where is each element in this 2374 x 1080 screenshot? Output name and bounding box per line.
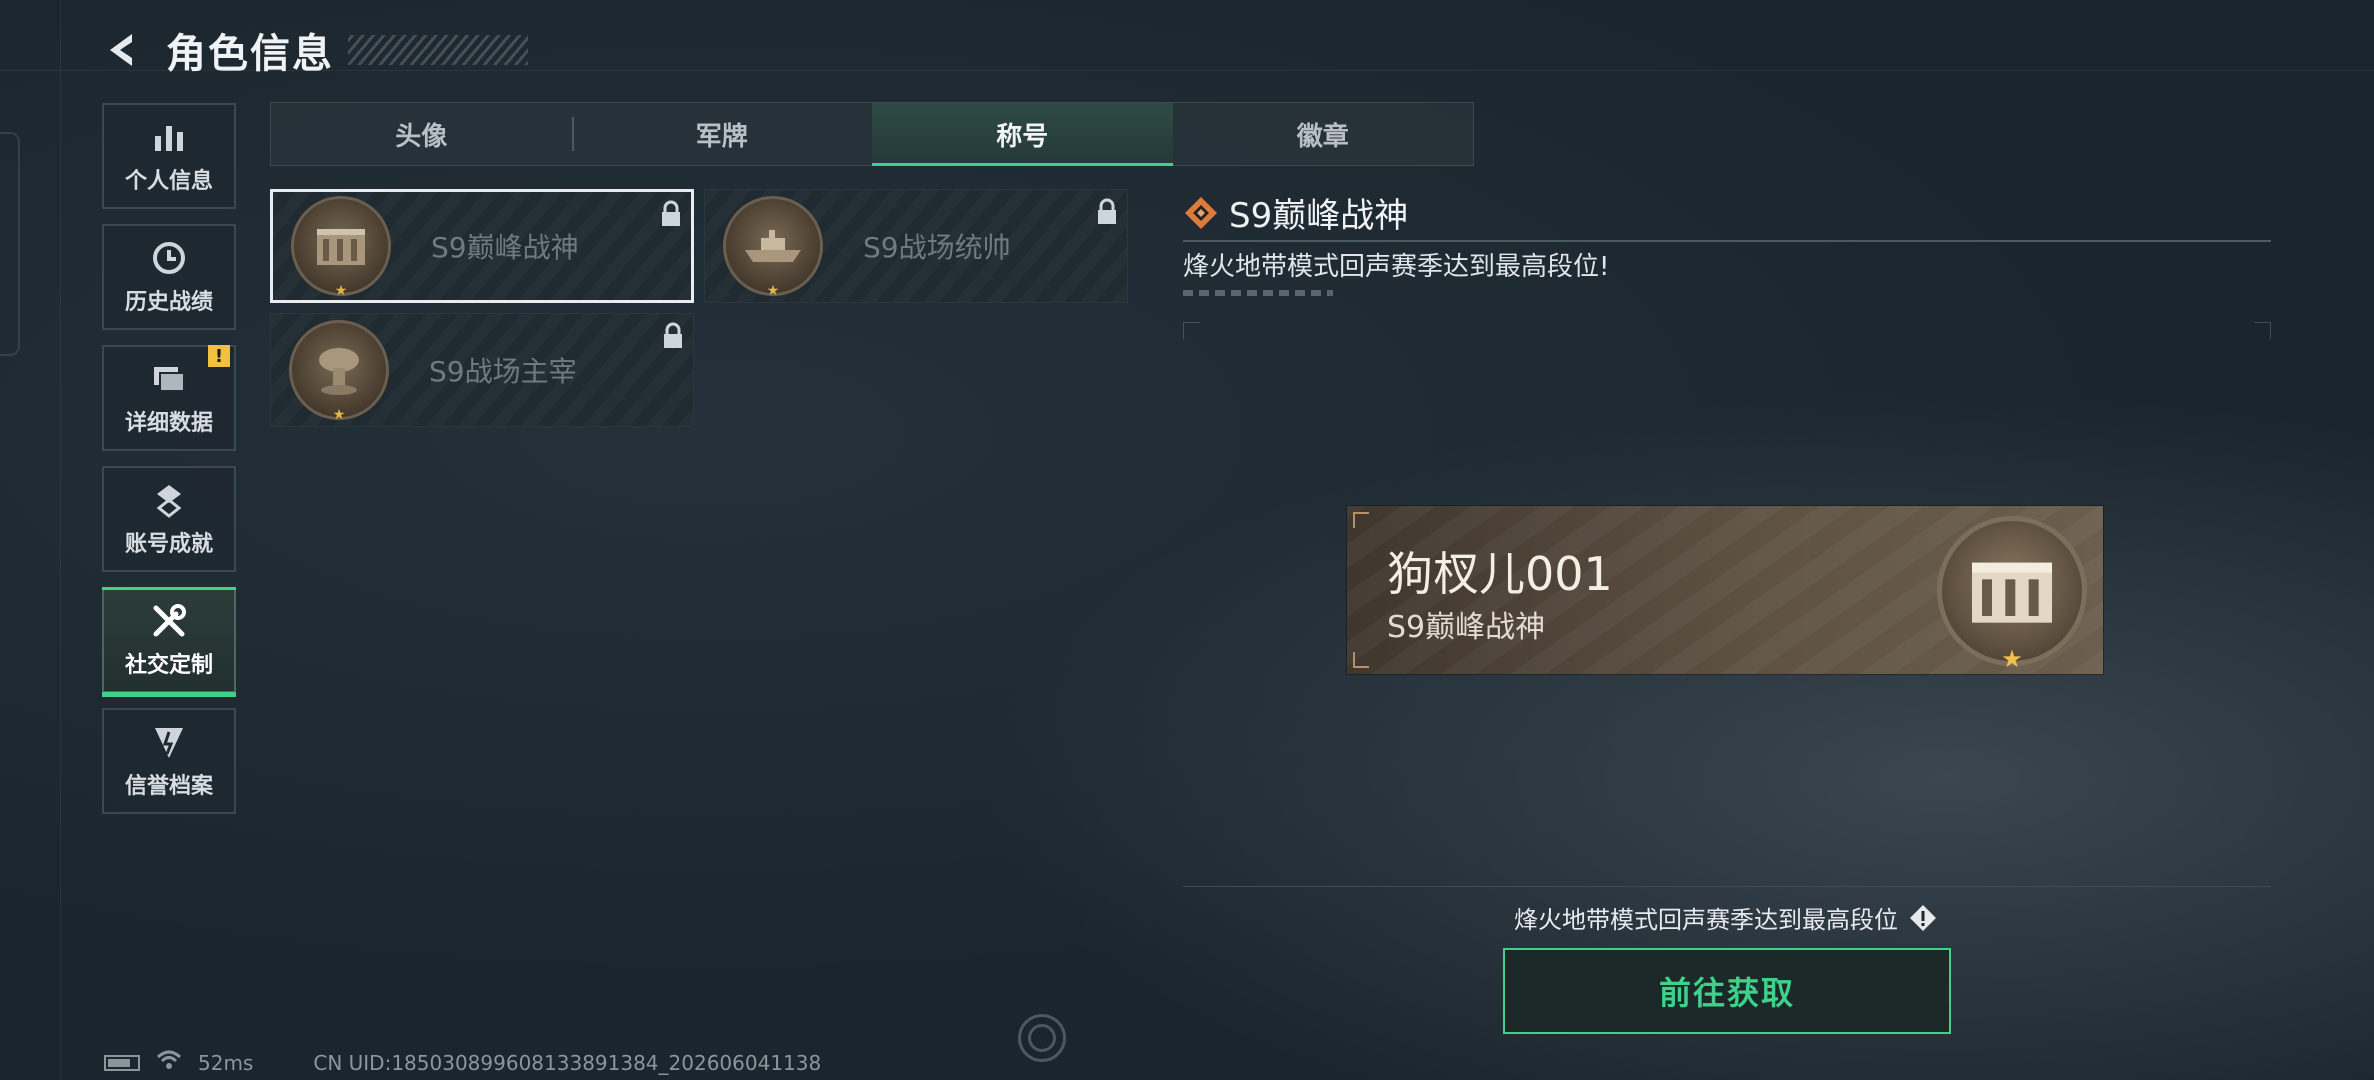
grid-line bbox=[60, 0, 61, 1080]
lock-icon bbox=[1095, 198, 1119, 226]
sidebar-item-personal-info[interactable]: 个人信息 bbox=[102, 103, 236, 209]
achievement-icon bbox=[149, 480, 189, 520]
card-corner bbox=[1353, 512, 1369, 528]
battery-icon bbox=[104, 1054, 140, 1071]
warship-medal-icon: ★ bbox=[723, 196, 823, 299]
sidebar-item-label: 详细数据 bbox=[124, 411, 213, 436]
tab-badge[interactable]: 徽章 bbox=[1173, 103, 1474, 165]
reputation-icon bbox=[149, 722, 189, 762]
detail-header: S9巅峰战神 bbox=[1183, 188, 1408, 237]
history-icon bbox=[149, 238, 189, 278]
sidebar-item-social-custom[interactable]: 社交定制 bbox=[102, 587, 236, 697]
sidebar-item-label: 个人信息 bbox=[124, 169, 213, 194]
sidebar-item-label: 社交定制 bbox=[124, 653, 213, 678]
frame-corner bbox=[2254, 322, 2271, 339]
side-rail bbox=[0, 132, 20, 356]
title-card-name: S9战场主宰 bbox=[429, 355, 577, 388]
divider bbox=[1183, 886, 2271, 887]
fortress-medal-icon: ★ bbox=[291, 196, 391, 299]
star-icon: ★ bbox=[2001, 645, 2023, 673]
sidebar: 个人信息 历史战绩 ! 详细数据 账号成就 社交定制 信誉档案 bbox=[102, 103, 240, 829]
alert-badge: ! bbox=[208, 345, 230, 367]
status-bar: 52ms CN UID:185030899608133891384_202606… bbox=[104, 1049, 821, 1076]
tab-avatar[interactable]: 头像 bbox=[271, 103, 572, 165]
divider bbox=[1183, 240, 2271, 242]
sidebar-item-detailed-data[interactable]: ! 详细数据 bbox=[102, 345, 236, 451]
description-decoration bbox=[1183, 290, 1333, 296]
sidebar-item-label: 信誉档案 bbox=[124, 774, 213, 799]
title-card-name: S9战场统帅 bbox=[863, 231, 1011, 264]
sidebar-item-label: 历史战绩 bbox=[124, 290, 213, 315]
title-card[interactable]: ★ S9战场统帅 bbox=[704, 189, 1128, 303]
warning-icon[interactable] bbox=[1908, 903, 1938, 933]
requirement-row: 烽火地带模式回声赛季达到最高段位 bbox=[1514, 900, 1938, 935]
bar-chart-icon bbox=[149, 117, 189, 157]
player-name: 狗杈儿001 bbox=[1387, 547, 1613, 601]
center-ring-icon bbox=[1018, 1014, 1066, 1062]
mushroom-cloud-medal-icon: ★ bbox=[289, 320, 389, 423]
wifi-icon bbox=[156, 1049, 182, 1076]
card-corner bbox=[1353, 652, 1369, 668]
detail-description: 烽火地带模式回声赛季达到最高段位! bbox=[1183, 252, 1610, 282]
player-title: S9巅峰战神 bbox=[1387, 610, 1546, 645]
sidebar-item-history[interactable]: 历史战绩 bbox=[102, 224, 236, 330]
sidebar-item-achievements[interactable]: 账号成就 bbox=[102, 466, 236, 572]
sidebar-item-label: 账号成就 bbox=[124, 532, 213, 557]
header: 角色信息 bbox=[100, 22, 528, 78]
name-card-preview: 狗杈儿001 S9巅峰战神 ★ bbox=[1347, 506, 2103, 674]
star-icon: ★ bbox=[332, 407, 346, 423]
title-card[interactable]: ★ S9巅峰战神 bbox=[270, 189, 694, 303]
tab-title[interactable]: 称号 bbox=[872, 103, 1173, 166]
tab-dog-tag[interactable]: 军牌 bbox=[571, 103, 873, 165]
title-decoration bbox=[348, 35, 528, 65]
page-title: 角色信息 bbox=[166, 31, 334, 77]
folder-icon bbox=[149, 359, 189, 399]
lock-icon bbox=[659, 200, 683, 228]
detail-title: S9巅峰战神 bbox=[1229, 196, 1409, 236]
star-icon: ★ bbox=[766, 283, 780, 299]
tools-icon bbox=[149, 601, 189, 641]
frame-corner bbox=[1183, 322, 1200, 339]
requirement-text: 烽火地带模式回声赛季达到最高段位 bbox=[1514, 906, 1898, 934]
lock-icon bbox=[661, 322, 685, 350]
title-diamond-icon bbox=[1183, 195, 1219, 231]
fortress-medal-icon: ★ bbox=[1937, 516, 2087, 673]
obtain-button[interactable]: 前往获取 bbox=[1503, 948, 1951, 1034]
ping-text: 52ms bbox=[198, 1050, 254, 1075]
title-card[interactable]: ★ S9战场主宰 bbox=[270, 313, 694, 427]
back-arrow-icon[interactable] bbox=[100, 28, 144, 72]
sidebar-item-reputation[interactable]: 信誉档案 bbox=[102, 708, 236, 814]
star-icon: ★ bbox=[334, 283, 348, 299]
uid-text: CN UID:185030899608133891384_20260604113… bbox=[313, 1050, 822, 1075]
title-card-name: S9巅峰战神 bbox=[431, 231, 579, 264]
tab-bar: 头像 军牌 称号 徽章 bbox=[270, 102, 1474, 166]
